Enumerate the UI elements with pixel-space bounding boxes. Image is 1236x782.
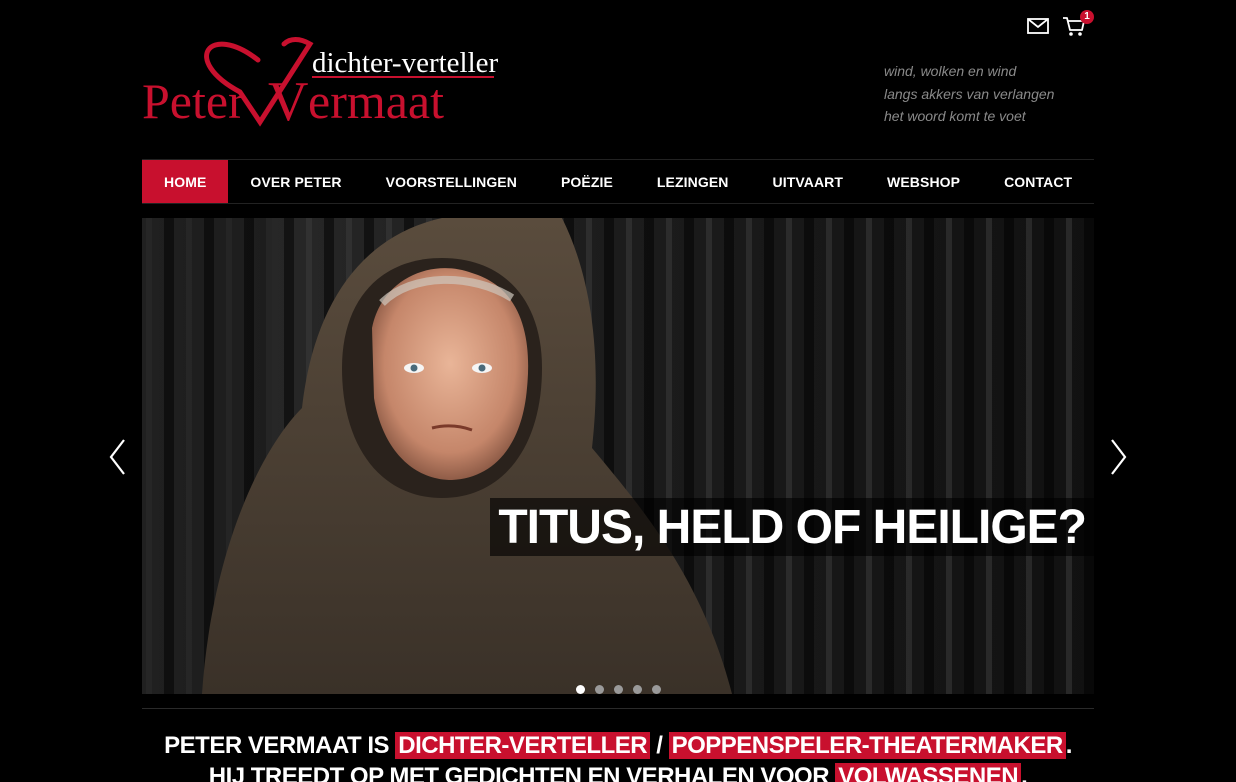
intro-line-1: PETER VERMAAT IS DICHTER-VERTELLER / POP… (142, 730, 1094, 761)
slide-caption-text: TITUS, HELD OF HEILIGE? (498, 500, 1087, 554)
intro-separator: / (656, 732, 663, 759)
tagline-line: langs akkers van verlangen (884, 85, 1055, 102)
slider-next-arrow[interactable] (1108, 438, 1128, 476)
nav-item-contact[interactable]: CONTACT (982, 160, 1094, 203)
nav-item-home[interactable]: HOME (142, 160, 229, 203)
hero-image (142, 218, 1094, 694)
chevron-right-icon (1111, 439, 1127, 475)
mail-icon[interactable] (1026, 14, 1050, 38)
intro-period-2: . (1021, 763, 1028, 782)
intro-period: . (1065, 732, 1073, 759)
nav-item-lezingen[interactable]: LEZINGEN (635, 160, 751, 203)
main-nav: HOME OVER PETER VOORSTELLINGEN POËZIE LE… (142, 159, 1094, 204)
cart-count-badge: 1 (1080, 10, 1094, 24)
role-poppenspeler[interactable]: POPPENSPELER-THEATERMAKER (668, 732, 1066, 759)
intro-prefix: PETER VERMAAT IS (164, 732, 390, 759)
chevron-left-icon (109, 439, 125, 475)
nav-item-voorstellingen[interactable]: VOORSTELLINGEN (364, 160, 539, 203)
logo-last-name: ermaat (308, 73, 444, 129)
site-logo[interactable]: dichter-verteller Peter V ermaat (140, 30, 500, 130)
intro-line-2: HIJ TREEDT OP MET GEDICHTEN EN VERHALEN … (142, 761, 1094, 782)
hero-slider[interactable]: TITUS, HELD OF HEILIGE? (142, 218, 1094, 694)
header-icons: 1 (1026, 10, 1094, 38)
slider-dot-1[interactable] (576, 685, 585, 694)
slider-dot-4[interactable] (633, 685, 642, 694)
section-divider (142, 708, 1094, 709)
role-dichter-verteller[interactable]: DICHTER-VERTELLER (395, 732, 651, 759)
logo-v: V (268, 71, 308, 130)
nav-item-uitvaart[interactable]: UITVAART (751, 160, 866, 203)
logo-first-name: Peter (142, 73, 245, 129)
intro-text: PETER VERMAAT IS DICHTER-VERTELLER / POP… (142, 730, 1094, 782)
slider-dot-2[interactable] (595, 685, 604, 694)
audience-volwassenen[interactable]: VOLWASSENEN (835, 763, 1022, 782)
nav-item-over-peter[interactable]: OVER PETER (228, 160, 363, 203)
intro-line-2-prefix: HIJ TREEDT OP MET GEDICHTEN EN VERHALEN … (208, 763, 830, 782)
tagline-line: wind, wolken en wind (884, 63, 1017, 79)
nav-item-poezie[interactable]: POËZIE (539, 160, 635, 203)
slider-dot-5[interactable] (652, 685, 661, 694)
slide-caption: TITUS, HELD OF HEILIGE? (490, 498, 1094, 556)
slider-dot-3[interactable] (614, 685, 623, 694)
nav-item-webshop[interactable]: WEBSHOP (865, 160, 982, 203)
cart-button[interactable]: 1 (1062, 10, 1094, 38)
slider-dots (576, 685, 661, 694)
slider-prev-arrow[interactable] (108, 438, 128, 476)
tagline: wind, wolken en wind langs akkers van ve… (884, 60, 1054, 128)
tagline-line: het woord komt te voet (884, 108, 1026, 124)
